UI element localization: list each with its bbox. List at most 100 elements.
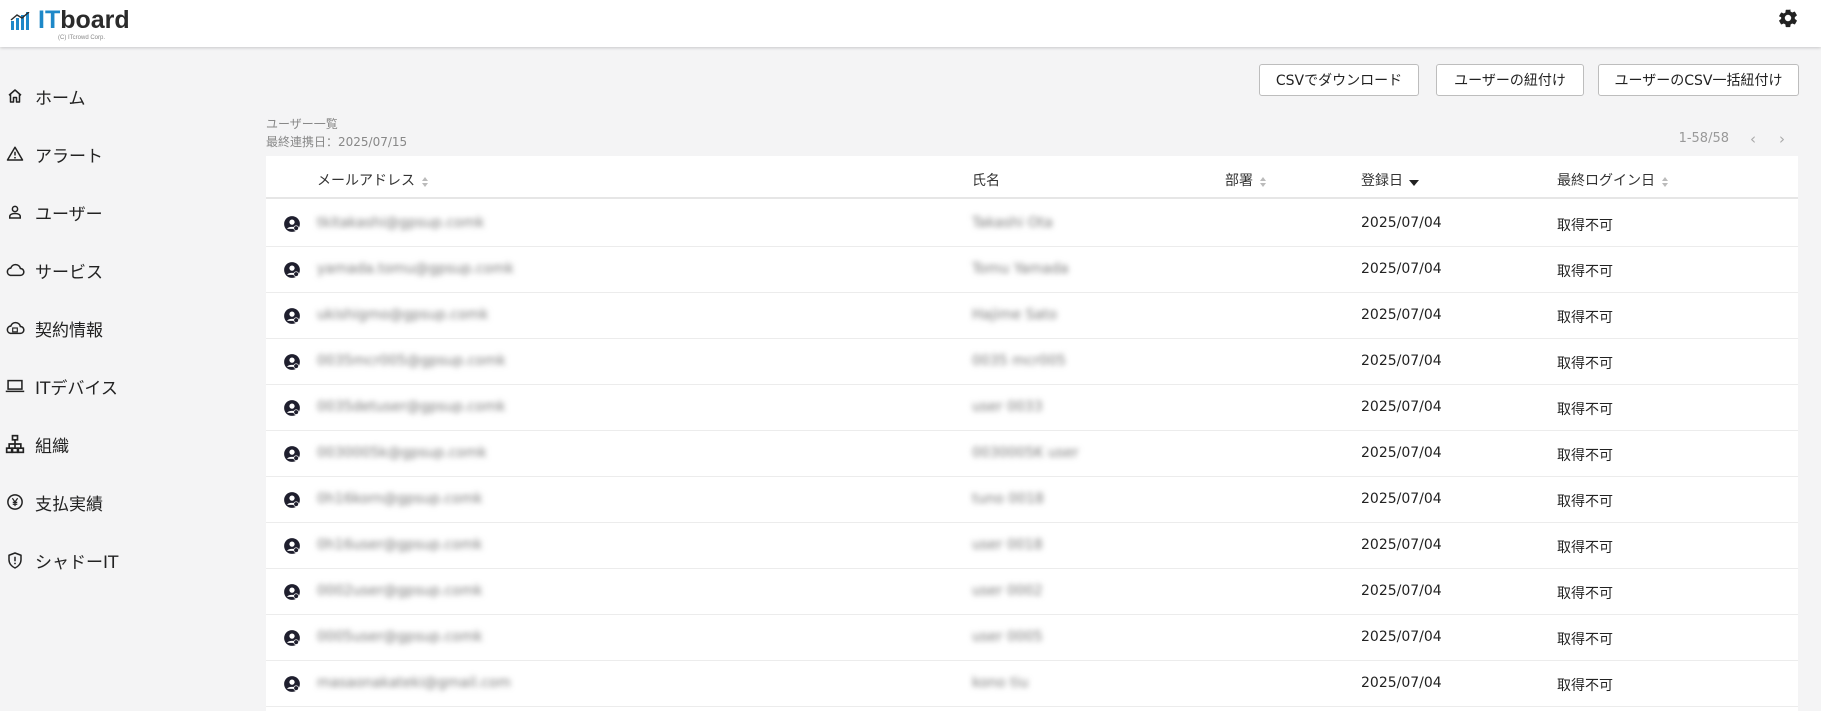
last-login-cell: 取得不可 xyxy=(1557,264,1613,280)
registered-date-cell: 2025/07/04 xyxy=(1361,307,1442,323)
sidebar-item-shadow-it[interactable]: シャドーIT xyxy=(0,542,233,578)
laptop-icon xyxy=(5,376,25,396)
last-login-cell: 取得不可 xyxy=(1557,356,1613,372)
sidebar-item-users[interactable]: ユーザー xyxy=(0,194,233,230)
table-row[interactable]: 0h16korn@gpsup.comk tuno 0018 2025/07/04 取得… xyxy=(266,477,1798,523)
table-row[interactable]: 0h16user@gpsup.comk user 0018 2025/07/04 取得… xyxy=(266,523,1798,569)
sort-desc-icon xyxy=(1409,180,1419,186)
email-cell: ukishigmo@gpsup.comk xyxy=(317,307,489,323)
registered-date-cell: 2025/07/04 xyxy=(1361,215,1442,231)
registered-date-cell: 2025/07/04 xyxy=(1361,445,1442,461)
email-cell: 0005user@gpsup.comk xyxy=(317,629,483,645)
column-header-registered-date[interactable]: 登録日 xyxy=(1361,170,1419,190)
org-chart-icon xyxy=(5,434,25,454)
sort-icon xyxy=(1260,177,1266,187)
sidebar-item-label: 支払実績 xyxy=(35,494,103,515)
column-header-last-login[interactable]: 最終ログイン日 xyxy=(1557,170,1669,190)
last-login-cell: 取得不可 xyxy=(1557,586,1613,602)
chevron-right-icon[interactable]: › xyxy=(1774,130,1790,148)
name-cell: 0035 mcr005 xyxy=(972,353,1066,369)
user-avatar-icon xyxy=(284,676,300,692)
registered-date-cell: 2025/07/04 xyxy=(1361,399,1442,415)
sidebar-item-label: ITデバイス xyxy=(35,378,118,399)
last-login-cell: 取得不可 xyxy=(1557,218,1613,234)
email-cell: masaonakateki@gmail.com xyxy=(317,675,511,691)
name-cell: Tomu Yamada xyxy=(972,261,1069,277)
email-cell: 0h16user@gpsup.comk xyxy=(317,537,483,553)
column-header-email[interactable]: メールアドレス xyxy=(317,170,429,190)
sidebar-item-label: アラート xyxy=(35,146,103,167)
bar-chart-logo-icon xyxy=(10,12,30,30)
page-title: ユーザー一覧 xyxy=(266,117,338,131)
table-row[interactable]: yamada.tomu@gpsup.comk Tomu Yamada 2025/07… xyxy=(266,247,1798,293)
name-cell: tuno 0018 xyxy=(972,491,1044,507)
sidebar-item-label: シャドーIT xyxy=(35,552,119,573)
sidebar-item-home[interactable]: ホーム xyxy=(0,78,233,114)
yen-icon xyxy=(5,492,25,512)
user-avatar-icon xyxy=(284,216,300,232)
table-row[interactable]: masaonakateki@gmail.com kono tiu 2025/07/0… xyxy=(266,661,1798,707)
sort-icon xyxy=(1662,177,1668,187)
user-icon xyxy=(5,202,25,222)
name-cell: Takashi Ota xyxy=(972,215,1053,231)
sidebar-item-payments[interactable]: 支払実績 xyxy=(0,484,233,520)
name-cell: kono tiu xyxy=(972,675,1029,691)
sidebar-item-label: 組織 xyxy=(35,436,69,457)
sidebar-item-services[interactable]: サービス xyxy=(0,252,233,288)
table-row[interactable]: ukishigmo@gpsup.comk Hajime Sato 2025/07/0… xyxy=(266,293,1798,339)
sidebar-item-contract[interactable]: 契約情報 xyxy=(0,310,233,346)
contract-icon xyxy=(5,318,25,338)
email-cell: 0002user@gpsup.comk xyxy=(317,583,483,599)
sidebar-item-organization[interactable]: 組織 xyxy=(0,426,233,462)
last-sync-date: 最終連携日：2025/07/15 xyxy=(266,135,408,149)
main-content: CSVでダウンロード ユーザーの紐付け ユーザーのCSV一括紐付け ユーザー一覧… xyxy=(233,47,1821,711)
user-avatar-icon xyxy=(284,492,300,508)
name-cell: user 0033 xyxy=(972,399,1043,415)
name-cell: 0030005K user xyxy=(972,445,1079,461)
sidebar-item-label: ホーム xyxy=(35,88,86,109)
name-cell: Hajime Sato xyxy=(972,307,1058,323)
sidebar-item-it-devices[interactable]: ITデバイス xyxy=(0,368,233,404)
sidebar-item-label: サービス xyxy=(35,262,103,283)
table-row[interactable]: 0002user@gpsup.comk user 0002 2025/07/04 取得… xyxy=(266,569,1798,615)
registered-date-cell: 2025/07/04 xyxy=(1361,583,1442,599)
csv-download-button[interactable]: CSVでダウンロード xyxy=(1259,64,1419,96)
chevron-left-icon[interactable]: ‹ xyxy=(1745,130,1761,148)
last-login-cell: 取得不可 xyxy=(1557,540,1613,556)
home-icon xyxy=(5,86,25,106)
name-cell: user 0018 xyxy=(972,537,1043,553)
email-cell: 0035detuser@gpsup.comk xyxy=(317,399,506,415)
table-row[interactable]: 0035mcr005@gpsup.comk 0035 mcr005 2025/07/… xyxy=(266,339,1798,385)
table-header: メールアドレス 氏名 部署 登録日 最終ログイン日 xyxy=(266,156,1798,199)
column-header-department[interactable]: 部署 xyxy=(1225,170,1267,190)
user-avatar-icon xyxy=(284,584,300,600)
last-login-cell: 取得不可 xyxy=(1557,310,1613,326)
last-login-cell: 取得不可 xyxy=(1557,448,1613,464)
link-users-button[interactable]: ユーザーの紐付け xyxy=(1436,64,1584,96)
last-login-cell: 取得不可 xyxy=(1557,632,1613,648)
email-cell: 0h16korn@gpsup.comk xyxy=(317,491,483,507)
table-row[interactable]: 0005user@gpsup.comk user 0005 2025/07/04 取得… xyxy=(266,615,1798,661)
registered-date-cell: 2025/07/04 xyxy=(1361,353,1442,369)
logo-wordmark: ITboard xyxy=(38,6,130,34)
app-header: ITboard (C) ITcrowd Corp. xyxy=(0,0,1821,47)
table-row[interactable]: 0030005k@gpsup.comk 0030005K user 2025/07/… xyxy=(266,431,1798,477)
user-avatar-icon xyxy=(284,262,300,278)
user-avatar-icon xyxy=(284,446,300,462)
name-cell: user 0005 xyxy=(972,629,1043,645)
user-avatar-icon xyxy=(284,400,300,416)
sidebar-item-alert[interactable]: アラート xyxy=(0,136,233,172)
user-avatar-icon xyxy=(284,538,300,554)
alert-icon xyxy=(5,144,25,164)
column-header-name[interactable]: 氏名 xyxy=(972,170,1000,190)
sort-icon xyxy=(422,177,428,187)
shield-icon xyxy=(5,550,25,570)
table-row[interactable]: 0035detuser@gpsup.comk user 0033 2025/07/0… xyxy=(266,385,1798,431)
logo-copyright: (C) ITcrowd Corp. xyxy=(58,35,106,41)
settings-gear-icon[interactable] xyxy=(1777,7,1799,29)
pagination-range: 1-58/58 xyxy=(1678,131,1729,146)
name-cell: user 0002 xyxy=(972,583,1043,599)
csv-bulk-link-button[interactable]: ユーザーのCSV一括紐付け xyxy=(1598,64,1799,96)
table-row[interactable]: tkitakashi@gpsup.comk Takashi Ota 2025/07/… xyxy=(266,201,1798,247)
last-login-cell: 取得不可 xyxy=(1557,402,1613,418)
